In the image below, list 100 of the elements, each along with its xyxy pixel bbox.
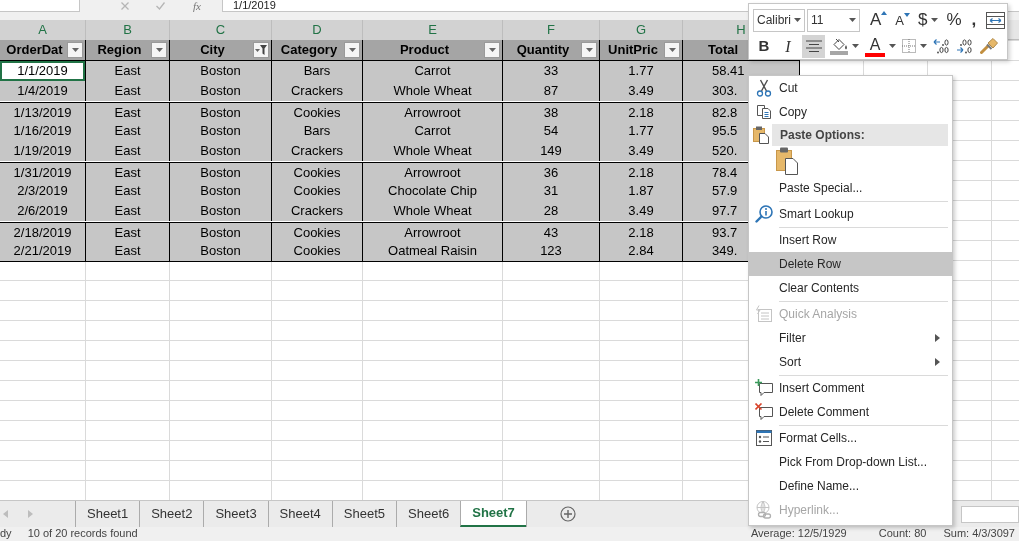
menu-item[interactable]: Insert Comment bbox=[749, 376, 952, 400]
menu-item[interactable]: Format Cells... bbox=[749, 426, 952, 450]
column-title: Total bbox=[708, 41, 739, 60]
table-cell: East bbox=[86, 201, 170, 222]
plus-circle-icon[interactable] bbox=[559, 506, 576, 522]
column-header[interactable]: F bbox=[503, 20, 600, 42]
filter-button[interactable] bbox=[67, 42, 83, 58]
table-cell: East bbox=[86, 163, 170, 184]
table-cell: Crackers bbox=[272, 201, 363, 222]
filter-button[interactable] bbox=[253, 42, 269, 58]
table-cell: Boston bbox=[170, 181, 272, 202]
caret-icon bbox=[794, 18, 801, 22]
table-cell: Carrot bbox=[363, 61, 503, 82]
table-cell: 2.84 bbox=[600, 241, 683, 262]
filter-button[interactable] bbox=[344, 42, 360, 58]
table-cell: Cookies bbox=[272, 223, 363, 244]
table-cell: 2/6/2019 bbox=[0, 201, 86, 222]
column-title: Product bbox=[399, 41, 450, 60]
table-cell: East bbox=[86, 241, 170, 262]
column-title: OrderDat bbox=[6, 41, 63, 60]
table-cell: East bbox=[86, 61, 170, 82]
align-center-icon bbox=[805, 40, 822, 52]
menu-section-header: Paste Options: bbox=[772, 124, 948, 146]
paint-bucket-icon bbox=[830, 37, 848, 51]
globe-link-icon bbox=[755, 501, 773, 519]
center-align-button[interactable] bbox=[802, 34, 825, 58]
table-cell: Boston bbox=[170, 241, 272, 262]
table-cell: Cookies bbox=[272, 181, 363, 202]
status-sum: Sum: 4/3/3097 bbox=[943, 527, 1015, 540]
table-cell: Cookies bbox=[272, 241, 363, 262]
clipboard-icon[interactable] bbox=[776, 147, 798, 175]
add-comment-icon bbox=[754, 379, 774, 397]
table-cell: 38 bbox=[503, 103, 600, 124]
table-cell: 2.18 bbox=[600, 163, 683, 184]
caret-icon bbox=[488, 48, 496, 52]
table-cell: 54 bbox=[503, 121, 600, 142]
status-count: Count: 80 bbox=[878, 527, 927, 540]
table-cell: Boston bbox=[170, 61, 272, 82]
table-cell: East bbox=[86, 181, 170, 202]
table-cell: 1/19/2019 bbox=[0, 141, 86, 162]
table-cell: Boston bbox=[170, 121, 272, 142]
menu-item[interactable]: Define Name... bbox=[749, 474, 952, 498]
table-cell: 2/3/2019 bbox=[0, 181, 86, 202]
column-header[interactable]: G bbox=[600, 20, 683, 42]
table-cell: Arrowroot bbox=[363, 163, 503, 184]
format-cells-icon bbox=[756, 430, 772, 446]
table-cell: 3.49 bbox=[600, 141, 683, 162]
table-cell: 28 bbox=[503, 201, 600, 222]
table-cell: Crackers bbox=[272, 81, 363, 102]
quick-analysis-icon bbox=[755, 305, 773, 323]
menu-item[interactable]: Clear Contents bbox=[749, 276, 952, 300]
font-name-field[interactable]: Calibri bbox=[753, 8, 805, 32]
horizontal-scrollbar[interactable] bbox=[961, 505, 1019, 523]
status-average: Average: 12/5/1929 bbox=[750, 527, 847, 540]
table-cell: Boston bbox=[170, 81, 272, 102]
insert-function-button[interactable]: fx bbox=[193, 0, 201, 12]
remove-comment-icon bbox=[754, 403, 774, 421]
menu-item[interactable]: Pick From Drop-down List... bbox=[749, 450, 952, 474]
column-title: Region bbox=[97, 41, 142, 60]
table-cell: East bbox=[86, 81, 170, 102]
menu-item[interactable]: Sort bbox=[749, 350, 952, 374]
caret-icon bbox=[585, 48, 593, 52]
funnel-icon bbox=[255, 45, 267, 55]
column-header[interactable]: E bbox=[363, 20, 503, 42]
caret-icon bbox=[348, 48, 356, 52]
borders-icon bbox=[902, 39, 916, 53]
font-size-field[interactable]: 11 bbox=[807, 8, 860, 32]
status-message: 10 of 20 records found bbox=[27, 527, 138, 540]
table-cell: East bbox=[86, 121, 170, 142]
caret-icon bbox=[155, 48, 163, 52]
column-header[interactable]: A bbox=[0, 20, 86, 42]
triangle-icon bbox=[904, 13, 910, 17]
filter-button[interactable] bbox=[151, 42, 167, 58]
table-cell: Bars bbox=[272, 121, 363, 142]
table-cell: East bbox=[86, 141, 170, 162]
filter-button[interactable] bbox=[484, 42, 500, 58]
filter-button[interactable] bbox=[581, 42, 597, 58]
table-cell: Arrowroot bbox=[363, 223, 503, 244]
sheet-tab[interactable]: Sheet7 bbox=[460, 501, 526, 527]
table-cell: Whole Wheat bbox=[363, 81, 503, 102]
table-cell: 3.49 bbox=[600, 201, 683, 222]
menu-item[interactable]: Filter bbox=[749, 326, 952, 350]
table-cell: 2.18 bbox=[600, 103, 683, 124]
status-mode: dy bbox=[0, 527, 12, 540]
copy-icon bbox=[756, 104, 772, 120]
column-header[interactable]: B bbox=[86, 20, 170, 42]
menu-item[interactable]: Delete Row bbox=[749, 252, 952, 276]
paintbrush-icon bbox=[980, 38, 998, 54]
table-cell: 1.77 bbox=[600, 121, 683, 142]
caret-icon bbox=[668, 48, 676, 52]
table-cell: Bars bbox=[272, 61, 363, 82]
menu-item[interactable]: Delete Comment bbox=[749, 400, 952, 424]
column-title: Category bbox=[280, 41, 338, 60]
table-cell: 1.77 bbox=[600, 61, 683, 82]
filter-button[interactable] bbox=[664, 42, 680, 58]
column-header[interactable]: D bbox=[272, 20, 363, 42]
column-header[interactable]: C bbox=[170, 20, 272, 42]
check-icon[interactable] bbox=[156, 2, 165, 10]
table-cell: 1/16/2019 bbox=[0, 121, 86, 142]
font-color-button[interactable]: A bbox=[864, 34, 897, 58]
